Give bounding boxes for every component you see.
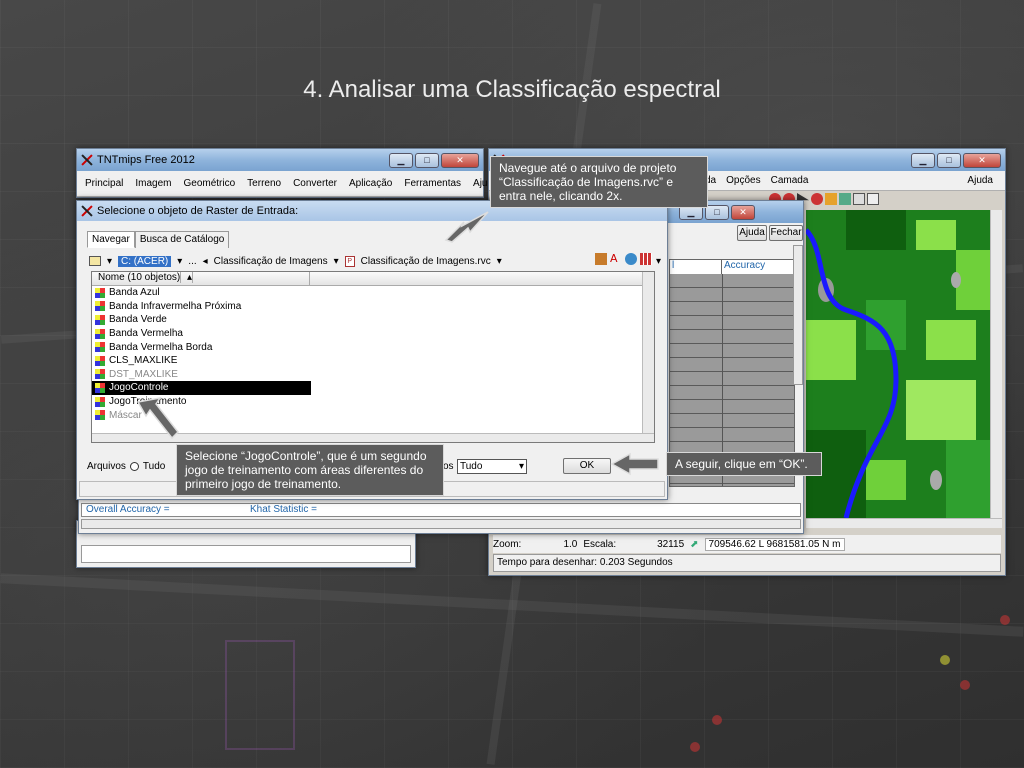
- arrow-to-project-icon: [444, 211, 489, 243]
- arrow-to-jogocontrole-icon: [136, 396, 180, 440]
- callout-arrows: [136, 211, 659, 476]
- arrow-to-ok-icon: [610, 452, 659, 476]
